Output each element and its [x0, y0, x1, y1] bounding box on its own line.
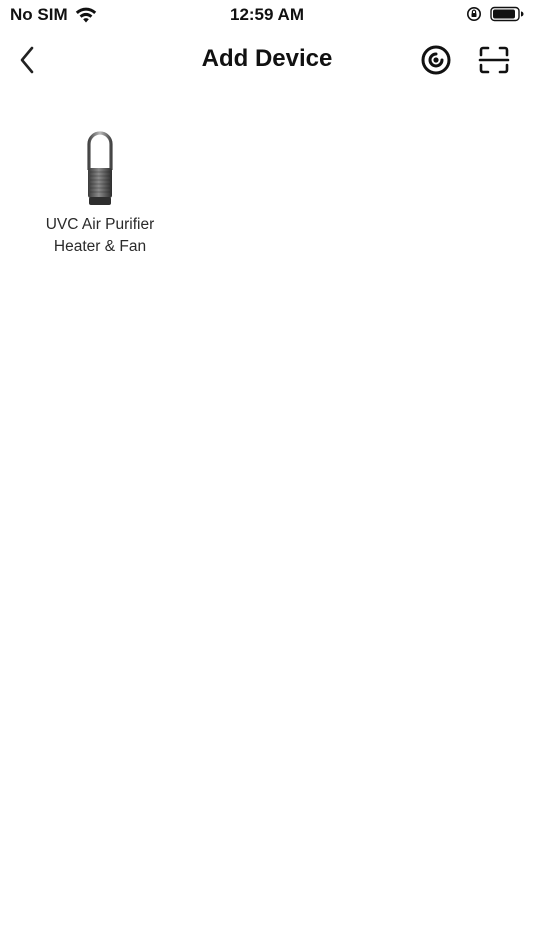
navigation-bar: Add Device [0, 30, 534, 90]
nearby-scan-icon [421, 45, 451, 75]
device-name: UVC Air Purifier Heater & Fan [30, 214, 170, 258]
device-card[interactable]: UVC Air Purifier Heater & Fan [30, 130, 170, 258]
orientation-lock-icon [467, 7, 481, 21]
nearby-scan-button[interactable] [418, 42, 454, 78]
status-time: 12:59 AM [229, 5, 304, 24]
battery-icon [490, 6, 524, 22]
device-name-line2: Heater & Fan [53, 238, 147, 255]
qr-scan-button[interactable] [476, 42, 512, 78]
status-bar: No SIM 12:59 AM [0, 0, 534, 30]
device-name-line1: UVC Air Purifier [45, 216, 155, 233]
qr-scan-icon [478, 46, 510, 74]
status-icons [466, 6, 524, 22]
air-purifier-tower-icon [87, 131, 113, 205]
